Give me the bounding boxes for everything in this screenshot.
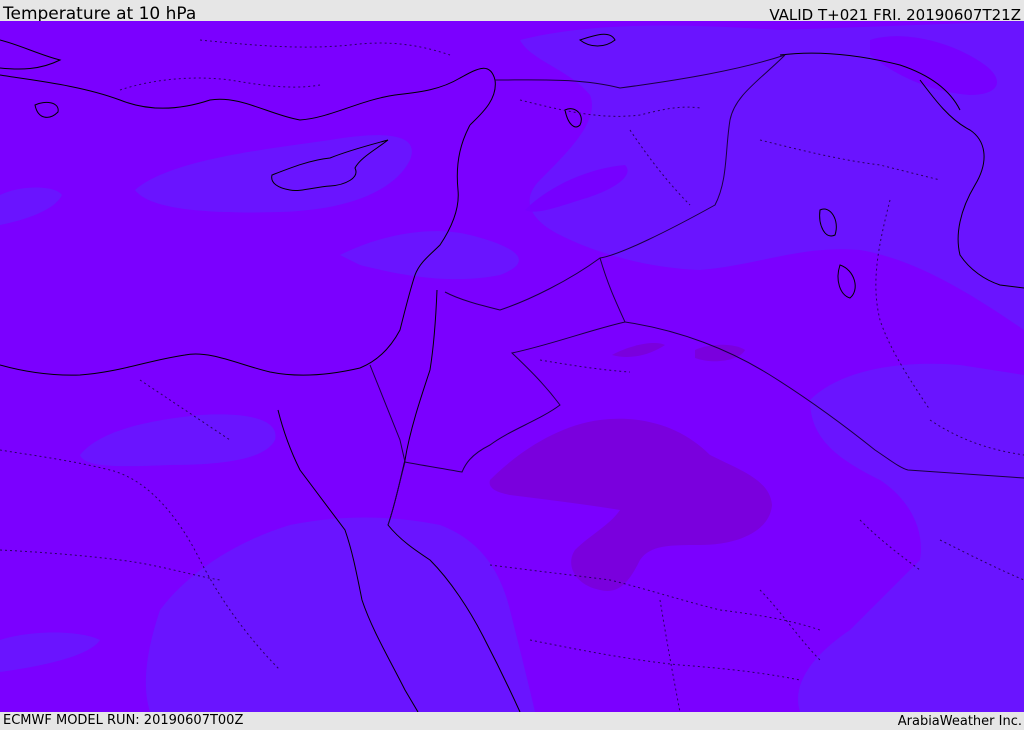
header-bar: Temperature at 10 hPa VALID T+021 FRI. 2… [0, 0, 1024, 24]
footer-bar: ECMWF MODEL RUN: 20190607T00Z ArabiaWeat… [0, 712, 1024, 729]
credit-label: ArabiaWeather Inc. [897, 714, 1022, 729]
map-svg [0, 21, 1024, 712]
map-canvas[interactable] [0, 21, 1024, 712]
model-run-label: ECMWF MODEL RUN: 20190607T00Z [3, 713, 244, 728]
